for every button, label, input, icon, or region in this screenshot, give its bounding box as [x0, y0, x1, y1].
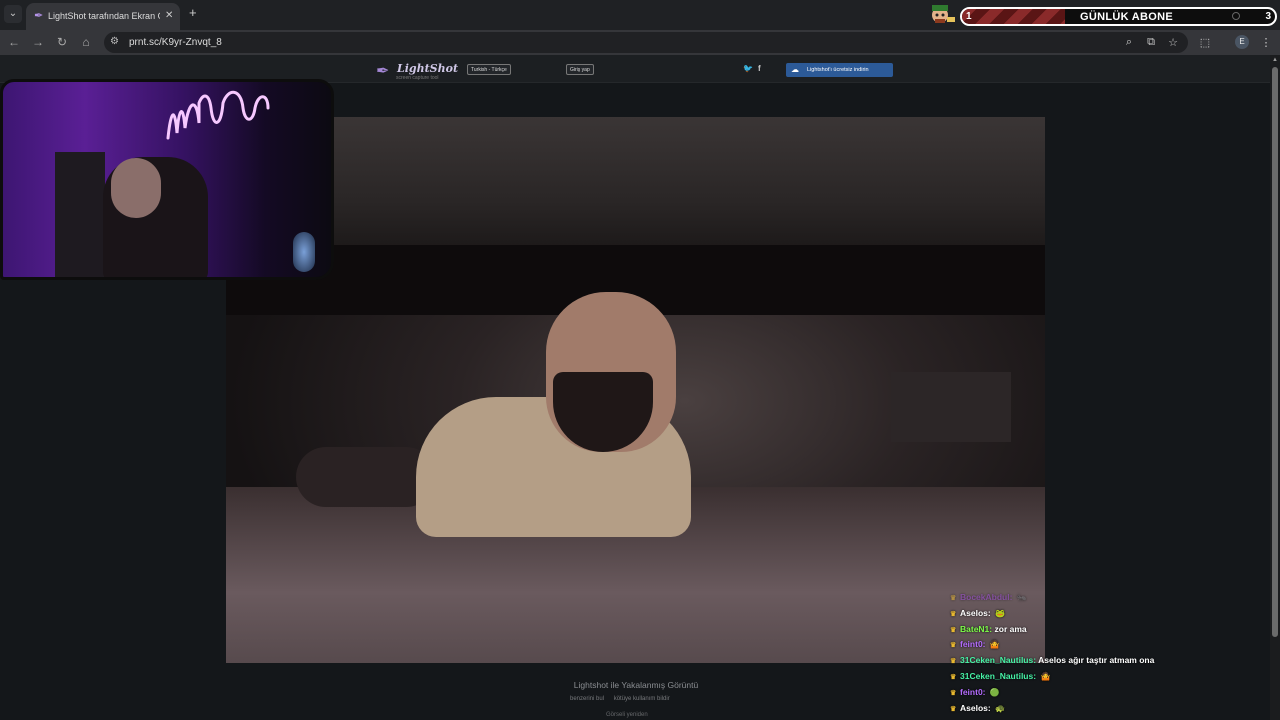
feather-logo-icon: ✒	[376, 63, 390, 80]
caption-links: benzerini bul kötüye kullanım bildir	[570, 696, 678, 702]
forward-arrow-icon[interactable]: →	[30, 35, 46, 49]
download-label: Lightshot'ı ücretsiz indirin	[807, 67, 869, 73]
chat-emote-icon: 🤷	[989, 640, 1000, 650]
cloud-download-icon: ☁	[791, 65, 799, 74]
background-shelf	[891, 372, 1011, 442]
address-bar[interactable]: ⚙ prnt.sc/K9yr-Znvqt_8 ⌕ ⧉ ☆	[104, 32, 1188, 53]
new-tab-button[interactable]: +	[189, 5, 197, 20]
facebook-icon[interactable]: f	[758, 64, 761, 73]
chat-username[interactable]: Aselos	[960, 703, 988, 713]
menu-dots-icon[interactable]: ⋮	[1259, 36, 1273, 49]
tab-search-button[interactable]: ⌄	[4, 5, 22, 23]
chat-badge-icon: ♛	[950, 673, 957, 681]
streamer-mascot-icon	[932, 5, 955, 23]
tab-lightshot[interactable]: ✒ LightShot tarafından Ekran Görüntüsü ✕	[26, 3, 180, 30]
chat-emote-icon: 🤷	[1040, 671, 1051, 681]
chat-message: ♛ BateN1: zor ama	[950, 624, 1270, 640]
logo-tagline: screen capture tool	[396, 75, 439, 81]
tab-bar: ⌄ ✒ LightShot tarafından Ekran Görüntüsü…	[0, 0, 1280, 30]
chat-separator: :	[982, 639, 988, 650]
chat-message: ♛ BocekAbdul: 🐜	[950, 592, 1270, 608]
chat-username[interactable]: BocekAbdul	[960, 592, 1010, 602]
chat-emote-icon: 🐸	[995, 608, 1006, 618]
chat-message: ♛ Aselos: 🐢	[950, 703, 1270, 719]
sub-goal-fill	[962, 9, 1066, 24]
lava-lamp	[293, 232, 315, 272]
download-button[interactable]: ☁ Lightshot'ı ücretsiz indirin	[786, 63, 893, 77]
microphone-arm	[55, 152, 105, 277]
scrollbar-thumb[interactable]	[1272, 67, 1278, 637]
chat-separator: :	[1009, 592, 1015, 602]
chat-separator: :	[987, 607, 994, 618]
chat-badge-icon: ♛	[950, 689, 957, 697]
chat-badge-icon: ♛	[950, 626, 957, 634]
image-caption: Lightshot ile Yakalanmış Görüntü	[573, 680, 699, 690]
install-app-icon[interactable]: ⧉	[1144, 36, 1158, 49]
lightshot-logo[interactable]: ✒ LightShot screen capture tool	[376, 60, 459, 81]
chat-username[interactable]: BateN1	[960, 624, 989, 634]
chat-separator: :	[987, 702, 994, 713]
chat-separator: :	[982, 686, 988, 697]
chat-message: ♛ Aselos: 🐸	[950, 608, 1270, 624]
chat-username[interactable]: 31Ceken_Nautilus	[960, 671, 1033, 681]
find-similar-link[interactable]: benzerini bul	[570, 696, 604, 702]
chat-username[interactable]: 31Ceken_Nautilus	[960, 655, 1033, 665]
screenshot-image[interactable]	[226, 117, 1045, 663]
stream-chat: ♛ BocekAbdul: 🐜 ♛ Aselos: 🐸 ♛ BateN1: zor ama…	[950, 592, 1270, 718]
chat-separator: :	[1033, 670, 1039, 681]
chat-message: ♛ 31Ceken_Nautilus: 🤷	[950, 671, 1270, 687]
home-icon[interactable]: ⌂	[78, 35, 94, 49]
chat-badge-icon: ♛	[950, 610, 957, 618]
logo-name: LightShot	[397, 62, 459, 75]
chat-text: Aselos ağır taştır atmam ona	[1038, 655, 1155, 666]
tab-close-icon[interactable]: ✕	[165, 10, 173, 21]
browser-toolbar: ← → ↻ ⌂ ⚙ prnt.sc/K9yr-Znvqt_8 ⌕ ⧉ ☆ ⬚ E…	[0, 30, 1280, 55]
chat-emote-icon: 🟢	[989, 687, 1000, 697]
sub-goal-target: 3	[1265, 11, 1271, 22]
chat-message: ♛ 31Ceken_Nautilus: Aselos ağır taştır at…	[950, 655, 1270, 671]
page-scrollbar[interactable]: ▲	[1270, 55, 1280, 720]
chat-username[interactable]: feint0	[960, 639, 983, 649]
webcam-overlay	[0, 79, 334, 280]
chat-username[interactable]: feint0	[960, 687, 983, 697]
bed-frame	[226, 117, 1045, 257]
login-button[interactable]: Giriş yap	[566, 64, 594, 75]
reload-icon[interactable]: ↻	[54, 35, 70, 49]
chat-username[interactable]: Aselos	[960, 608, 988, 618]
chat-badge-icon: ♛	[950, 642, 957, 650]
neon-sign	[166, 90, 270, 140]
more-link[interactable]: Görseli yeniden	[606, 712, 648, 718]
chat-emote-icon: 🐜	[1016, 593, 1027, 602]
chat-badge-icon: ♛	[950, 658, 957, 666]
person-legs	[296, 447, 436, 507]
chat-badge-icon: ♛	[950, 595, 957, 602]
back-arrow-icon[interactable]: ←	[6, 35, 22, 49]
tab-title: LightShot tarafından Ekran Görüntüsü	[48, 11, 160, 21]
url-text: prnt.sc/K9yr-Znvqt_8	[129, 37, 222, 48]
chat-text: zor ama	[994, 623, 1027, 634]
daily-sub-goal-bar: 1 GÜNLÜK ABONE 3	[960, 7, 1277, 26]
chat-message: ♛ feint0: 🟢	[950, 687, 1270, 703]
report-abuse-link[interactable]: kötüye kullanım bildir	[614, 696, 670, 702]
chat-emote-icon: 🐢	[995, 703, 1006, 713]
chat-message: ♛ feint0: 🤷	[950, 639, 1270, 655]
lightshot-feather-icon: ✒	[34, 10, 44, 22]
streamer-face	[111, 158, 161, 218]
zoom-icon[interactable]: ⌕	[1122, 36, 1136, 49]
profile-avatar[interactable]: E	[1235, 35, 1249, 49]
bookmark-star-icon[interactable]: ☆	[1166, 36, 1180, 49]
twitter-icon[interactable]: 🐦	[743, 64, 753, 73]
language-select[interactable]: Turkish - Türkçe	[467, 64, 511, 75]
scroll-up-icon[interactable]: ▲	[1272, 57, 1278, 63]
sub-goal-current: 1	[966, 11, 972, 22]
site-info-icon[interactable]: ⚙	[110, 36, 119, 47]
chat-badge-icon: ♛	[950, 705, 957, 713]
sub-goal-marker	[1232, 12, 1240, 20]
extensions-icon[interactable]: ⬚	[1198, 36, 1212, 49]
sub-goal-label: GÜNLÜK ABONE	[1080, 11, 1174, 23]
